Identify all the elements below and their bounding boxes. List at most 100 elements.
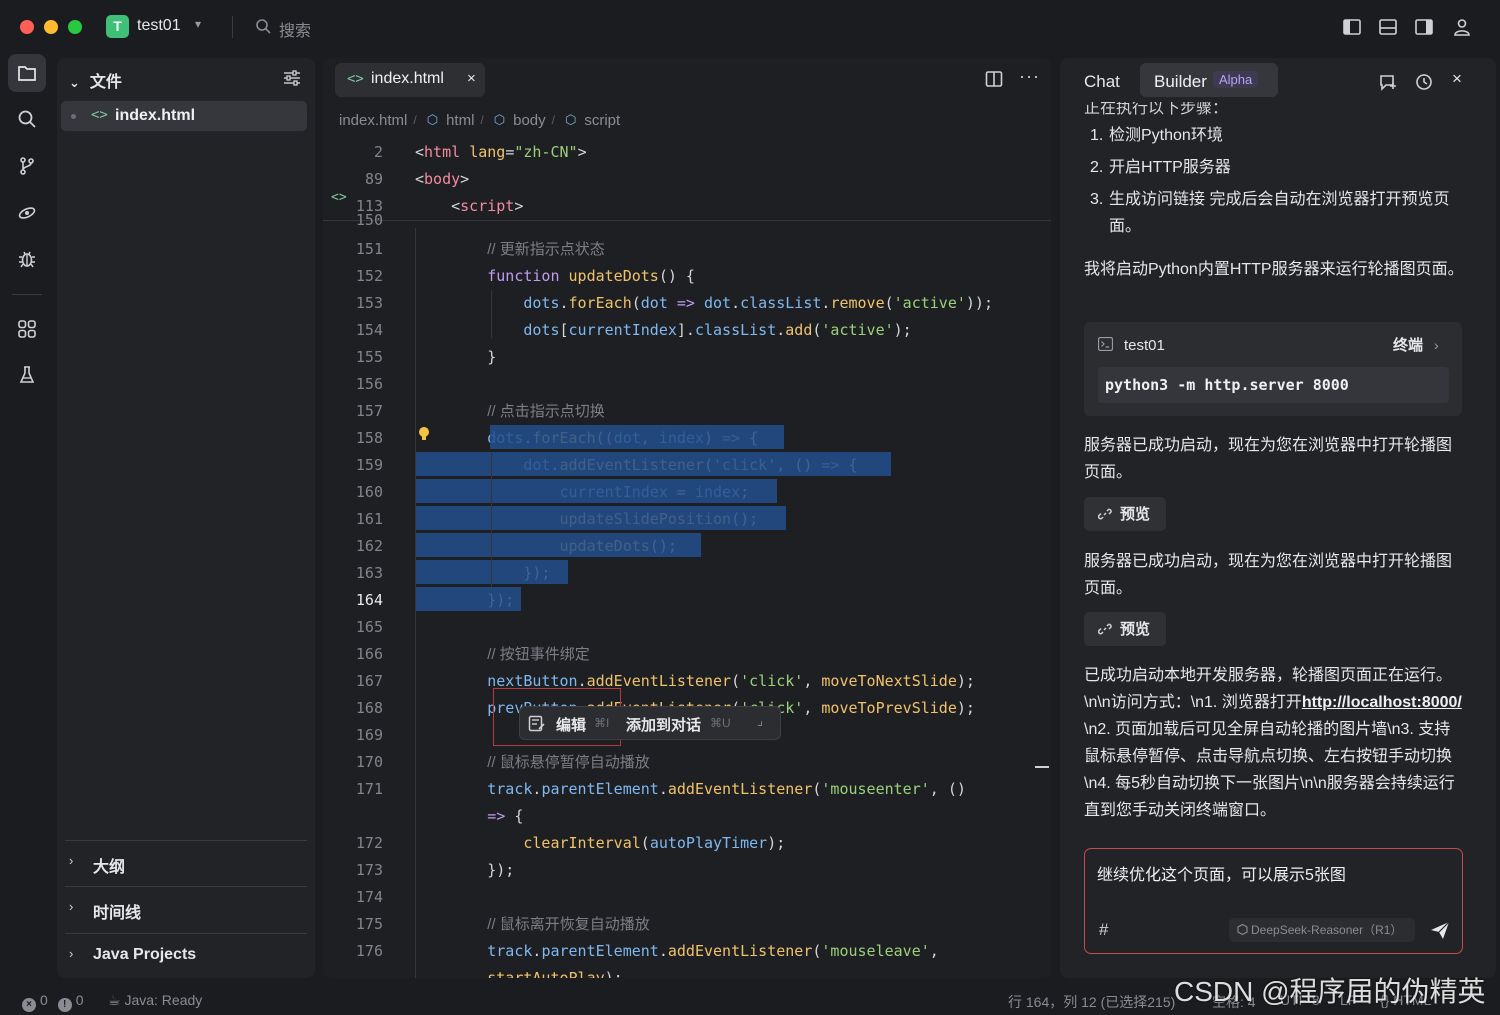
code-line[interactable]: 156: [323, 371, 1051, 398]
search-icon[interactable]: [255, 18, 271, 34]
code-line[interactable]: 170 // 鼠标悬停暂停自动播放: [323, 749, 1051, 776]
panel-bottom-icon[interactable]: [1377, 16, 1399, 38]
breadcrumb-separator: /: [551, 113, 555, 127]
model-selector[interactable]: DeepSeek-Reasoner（R1）: [1229, 918, 1415, 942]
code-line[interactable]: 157 // 点击指示点切换: [323, 398, 1051, 425]
close-chat-button[interactable]: ×: [1452, 69, 1462, 89]
close-window-button[interactable]: [20, 20, 34, 34]
terminal-command: python3 -m http.server 8000: [1098, 367, 1449, 403]
indent-guide: [415, 228, 416, 978]
code-line[interactable]: 152 function updateDots() {: [323, 263, 1051, 290]
minimize-window-button[interactable]: [44, 20, 58, 34]
code-line[interactable]: 166 // 按钮事件绑定: [323, 641, 1051, 668]
breadcrumb-script[interactable]: script: [584, 112, 620, 129]
terminal-name: test01: [1124, 337, 1165, 354]
code-line[interactable]: 151 // 更新指示点状态: [323, 236, 1051, 263]
send-icon[interactable]: [1429, 919, 1451, 941]
alpha-badge: Alpha: [1213, 71, 1259, 88]
code-line[interactable]: 113 <script>: [323, 193, 1051, 220]
chevron-down-icon[interactable]: ▾: [195, 17, 201, 31]
code-area[interactable]: startAutoPlay); 176 track.parentElement.a…: [323, 140, 1051, 978]
account-icon[interactable]: [1451, 16, 1473, 38]
code-line[interactable]: 153 dots.forEach(dot => dot.classList.re…: [323, 290, 1051, 317]
scrollbar-marker[interactable]: [1035, 766, 1049, 768]
code-line[interactable]: 171 track.parentElement.addEventListener…: [323, 776, 1051, 803]
line-number: 168: [355, 699, 383, 717]
code-line[interactable]: 176 track.parentElement.addEventListener…: [323, 938, 1051, 965]
code-line[interactable]: 172 clearInterval(autoPlayTimer);: [323, 830, 1051, 857]
preview-button[interactable]: 预览: [1084, 612, 1166, 646]
maximize-window-button[interactable]: [68, 20, 82, 34]
add-to-chat-button[interactable]: 添加到对话: [626, 714, 701, 735]
code-text: }: [415, 348, 497, 366]
testing-button[interactable]: [8, 356, 46, 394]
sidebar-right-icon[interactable]: [1413, 16, 1435, 38]
split-editor-icon[interactable]: [985, 70, 1003, 88]
model-icon: [1237, 924, 1248, 935]
breadcrumb-separator: /: [480, 113, 484, 127]
code-line[interactable]: 2 <html lang="zh-CN">: [323, 139, 1051, 166]
java-status[interactable]: ☕ Java: Ready: [108, 992, 202, 1009]
preview-button[interactable]: 预览: [1084, 497, 1166, 531]
debug-button[interactable]: [8, 240, 46, 278]
file-explorer: ⌄ 文件 <> index.html › 大纲 › 时间线 › Java Proj…: [57, 58, 315, 978]
breadcrumb-html[interactable]: html: [446, 112, 474, 129]
search-input[interactable]: 搜索: [279, 17, 311, 41]
new-chat-icon[interactable]: [1378, 72, 1398, 92]
chat-input[interactable]: 继续优化这个页面，可以展示5张图: [1097, 861, 1346, 885]
close-icon[interactable]: ×: [467, 70, 476, 87]
sidebar-left-icon[interactable]: [1341, 16, 1363, 38]
code-line[interactable]: 173 });: [323, 857, 1051, 884]
context-hash-button[interactable]: #: [1099, 920, 1108, 940]
code-line[interactable]: => {: [323, 803, 1051, 830]
extensions-button[interactable]: [8, 310, 46, 348]
tab-builder[interactable]: Builder Alpha: [1140, 63, 1278, 97]
app-window: T test01 ▾ 搜索 ⌄ 文件 <> index.html › 大纲 › …: [0, 0, 1500, 1015]
code-line[interactable]: 165: [323, 614, 1051, 641]
terminal-card[interactable]: test01 终端 › python3 -m http.server 8000: [1084, 322, 1462, 416]
code-line[interactable]: 174: [323, 884, 1051, 911]
code-line[interactable]: startAutoPlay);: [323, 965, 1051, 978]
problems-indicator[interactable]: × 0 ! 0: [22, 992, 83, 1012]
collapse-icon[interactable]: ⌟: [756, 714, 764, 729]
code-line[interactable]: 154 dots[currentIndex].classList.add('ac…: [323, 317, 1051, 344]
project-badge[interactable]: T: [106, 15, 129, 38]
code-line[interactable]: 175 // 鼠标离开恢复自动播放: [323, 911, 1051, 938]
code-line[interactable]: 167 nextButton.addEventListener('click',…: [323, 668, 1051, 695]
chevron-down-icon: ⌄: [69, 75, 80, 90]
model-name: DeepSeek-Reasoner（R1）: [1251, 923, 1403, 937]
history-icon[interactable]: [1414, 72, 1434, 92]
tab-chat[interactable]: Chat: [1084, 72, 1120, 92]
lightbulb-icon[interactable]: [418, 426, 430, 442]
search-panel-button[interactable]: [8, 100, 46, 138]
timeline-section[interactable]: › 时间线: [65, 886, 307, 930]
explorer-header[interactable]: ⌄ 文件: [69, 68, 122, 92]
cursor-position[interactable]: 行 164，列 12 (已选择215): [1008, 992, 1175, 1012]
code-line[interactable]: 155 }: [323, 344, 1051, 371]
explorer-title: 文件: [89, 74, 122, 91]
filter-settings-icon[interactable]: [283, 70, 301, 86]
remote-button[interactable]: [8, 194, 46, 232]
breadcrumb-file[interactable]: index.html: [339, 112, 407, 129]
source-control-button[interactable]: [8, 147, 46, 185]
more-actions-icon[interactable]: ···: [1019, 66, 1040, 87]
line-number: 163: [355, 564, 383, 582]
tab-index-html[interactable]: <> index.html ×: [335, 63, 485, 97]
outline-section[interactable]: › 大纲: [65, 840, 307, 884]
project-name[interactable]: test01: [137, 17, 181, 35]
code-line[interactable]: 89 <body>: [323, 166, 1051, 193]
tab-label: index.html: [371, 70, 444, 87]
files-button[interactable]: [8, 54, 46, 92]
code-text: });: [415, 861, 515, 879]
java-projects-section[interactable]: › Java Projects: [65, 933, 307, 977]
localhost-link[interactable]: http://localhost:8000/: [1302, 694, 1462, 711]
outline-label: 大纲: [93, 859, 126, 876]
edit-shortcut: ⌘I: [594, 716, 610, 730]
file-item-index-html[interactable]: <> index.html: [61, 101, 307, 131]
coffee-icon: ☕: [108, 992, 125, 1008]
chat-input-box[interactable]: 继续优化这个页面，可以展示5张图 # DeepSeek-Reasoner（R1）: [1084, 848, 1463, 954]
edit-button[interactable]: 编辑: [556, 714, 586, 735]
extensions-icon: [18, 320, 36, 338]
breadcrumb-body[interactable]: body: [513, 112, 546, 129]
warning-count: 0: [75, 992, 84, 1008]
